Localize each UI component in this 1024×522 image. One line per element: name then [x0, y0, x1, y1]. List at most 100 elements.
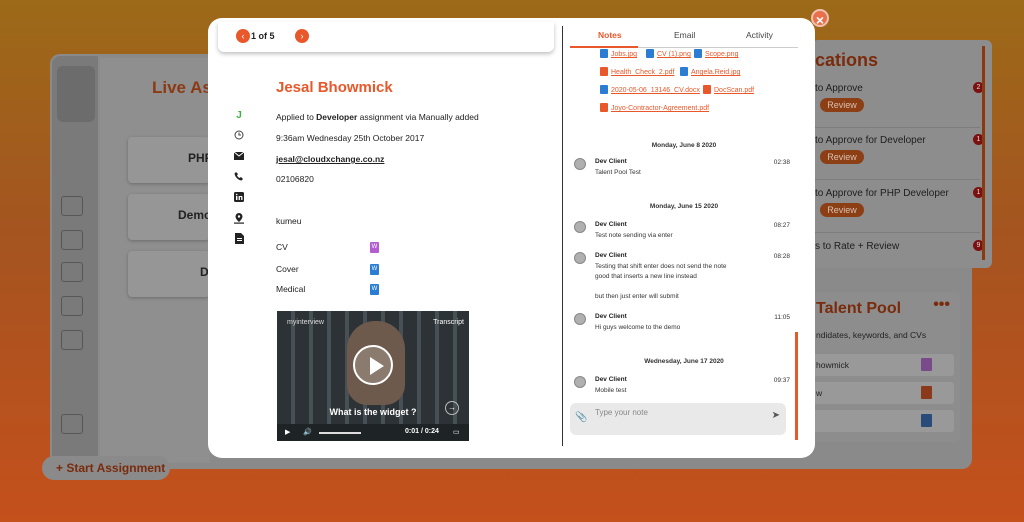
home-icon[interactable] [61, 196, 83, 216]
support-icon[interactable] [61, 414, 83, 434]
note-time: 08:27 [773, 222, 790, 229]
pdf-icon [600, 67, 608, 76]
email-link[interactable]: jesal@cloudxchange.co.nz [276, 154, 384, 164]
contacts-icon[interactable] [61, 230, 83, 250]
note-line: good that inserts a new line instead [595, 273, 697, 280]
date-divider: Monday, June 15 2020 [649, 203, 719, 210]
note-message: Dev Client 11:05 Hi guys welcome to the … [574, 313, 790, 335]
linkedin-icon[interactable] [232, 192, 246, 206]
attachment-link[interactable]: Health_Check_2.pdf [600, 67, 674, 76]
assignment-card[interactable]: D [128, 251, 210, 297]
history-icon[interactable] [61, 296, 83, 316]
note-input[interactable]: Type your note [595, 408, 648, 417]
notification-item[interactable]: s to Rate + Review 9 [812, 234, 984, 286]
next-question-icon[interactable]: → [445, 401, 459, 415]
note-time: 09:37 [773, 377, 790, 384]
assignment-card[interactable]: PHP [128, 137, 213, 183]
attachment-link[interactable]: Jobs.jpg [600, 49, 637, 58]
applied-suffix: assignment via Manually added [357, 112, 479, 122]
play-control-icon[interactable]: ▶ [285, 428, 290, 436]
phone-number[interactable]: 02106820 [276, 174, 314, 184]
volume-slider[interactable] [319, 432, 361, 434]
attachment-link[interactable]: Angela.Reid.jpg [680, 67, 740, 76]
prev-candidate-button[interactable]: ‹ [236, 29, 250, 43]
attachment-name: Jobs.jpg [611, 51, 638, 58]
applied-role: Developer [316, 112, 358, 122]
notes-scrollbar[interactable] [795, 332, 798, 440]
candidate-modal: ‹ 1 of 5 › Jesal Bhowmick J Applied to D… [208, 18, 815, 458]
review-button[interactable]: Review [820, 98, 864, 112]
tab-bar: Notes Email Activity [570, 26, 798, 48]
notifications-panel: cations to Approve Review 2 to Approve f… [812, 40, 992, 268]
fullscreen-icon[interactable]: ▭ [453, 428, 460, 436]
attachment-link[interactable]: 2020-05-06_13146_CV.docx [600, 85, 700, 94]
tab-activity[interactable]: Activity [746, 30, 773, 40]
file-icon [646, 49, 654, 58]
close-modal-button[interactable]: × [811, 9, 829, 28]
pdf-icon [703, 85, 711, 94]
date-divider: Wednesday, June 17 2020 [644, 358, 724, 365]
notification-text: to Approve for PHP Developer [815, 188, 949, 199]
email-icon [232, 151, 246, 165]
attachment-name: Angela.Reid.jpg [691, 69, 741, 76]
talent-pool-row[interactable]: w [812, 382, 954, 404]
send-icon[interactable]: ➤ [772, 410, 780, 421]
candidate-pager: ‹ 1 of 5 › [218, 22, 554, 52]
talent-pool-row[interactable] [812, 410, 954, 432]
note-author: Dev Client [595, 376, 627, 383]
note-body: Mobile test [595, 387, 627, 394]
note-time: 11:05 [774, 314, 790, 321]
start-assignment-button[interactable]: + Start Assignment [42, 456, 170, 480]
play-icon[interactable] [353, 345, 393, 385]
cv-file-icon[interactable]: W [370, 242, 379, 253]
panel-divider [562, 26, 563, 446]
author-avatar [574, 313, 586, 325]
notifications-scrollbar[interactable] [982, 46, 985, 260]
document-icon [921, 358, 932, 371]
applied-prefix: Applied to [276, 112, 317, 122]
date-divider: Monday, June 8 2020 [651, 142, 717, 149]
attachment-name: Scope.png [705, 51, 739, 58]
attachment-link[interactable]: Scope.png [694, 49, 738, 58]
volume-icon[interactable]: 🔊 [303, 428, 312, 436]
notification-text: to Approve for Developer [815, 135, 926, 146]
notification-item[interactable]: to Approve for PHP Developer Review 1 [812, 181, 984, 233]
note-message: Dev Client 09:37 Mobile test [574, 376, 790, 398]
note-composer: 📎 Type your note ➤ [570, 403, 786, 435]
note-line: but then just enter will submit [595, 293, 679, 300]
video-player[interactable]: myinterview Transcript What is the widge… [277, 311, 469, 441]
attachment-name: DocScan.pdf [714, 87, 755, 94]
notifications-title: cations [815, 50, 879, 70]
tab-email[interactable]: Email [674, 30, 695, 40]
attachment-name: CV (1).png [657, 51, 691, 58]
notification-item[interactable]: to Approve Review 2 [812, 76, 984, 128]
transcript-button[interactable]: Transcript [433, 319, 464, 326]
author-avatar [574, 252, 586, 264]
review-button[interactable]: Review [820, 203, 864, 217]
cover-file-icon[interactable]: W [370, 264, 379, 275]
notification-text: s to Rate + Review [815, 241, 900, 252]
attach-icon[interactable]: 📎 [575, 412, 587, 423]
attachment-link[interactable]: Joyo-Contractor-Agreement.pdf [600, 103, 709, 112]
talent-pool-row[interactable]: howmick [812, 354, 954, 376]
document-label: Cover [276, 264, 299, 274]
talent-pool-search[interactable]: ndidates, keywords, and CVs [816, 330, 926, 340]
video-time: 0:01 / 0:24 [405, 428, 439, 435]
phone-icon [232, 171, 246, 185]
review-button[interactable]: Review [820, 150, 864, 164]
notification-item[interactable]: to Approve for Developer Review 1 [812, 128, 984, 180]
reports-icon[interactable] [61, 262, 83, 282]
next-candidate-button[interactable]: › [295, 29, 309, 43]
more-menu-icon[interactable]: ••• [933, 296, 950, 314]
active-tab-indicator [570, 46, 638, 48]
medical-file-icon[interactable]: W [370, 284, 379, 295]
user-avatar[interactable] [57, 66, 95, 122]
tab-notes[interactable]: Notes [598, 30, 622, 40]
attachment-link[interactable]: CV (1).png [646, 49, 691, 58]
settings-icon[interactable] [61, 330, 83, 350]
assignment-card[interactable]: Demo [128, 194, 211, 240]
note-line: Testing that shift enter does not send t… [595, 263, 727, 270]
attachment-link[interactable]: DocScan.pdf [703, 85, 754, 94]
word-icon [600, 85, 608, 94]
pdf-icon [921, 386, 932, 399]
